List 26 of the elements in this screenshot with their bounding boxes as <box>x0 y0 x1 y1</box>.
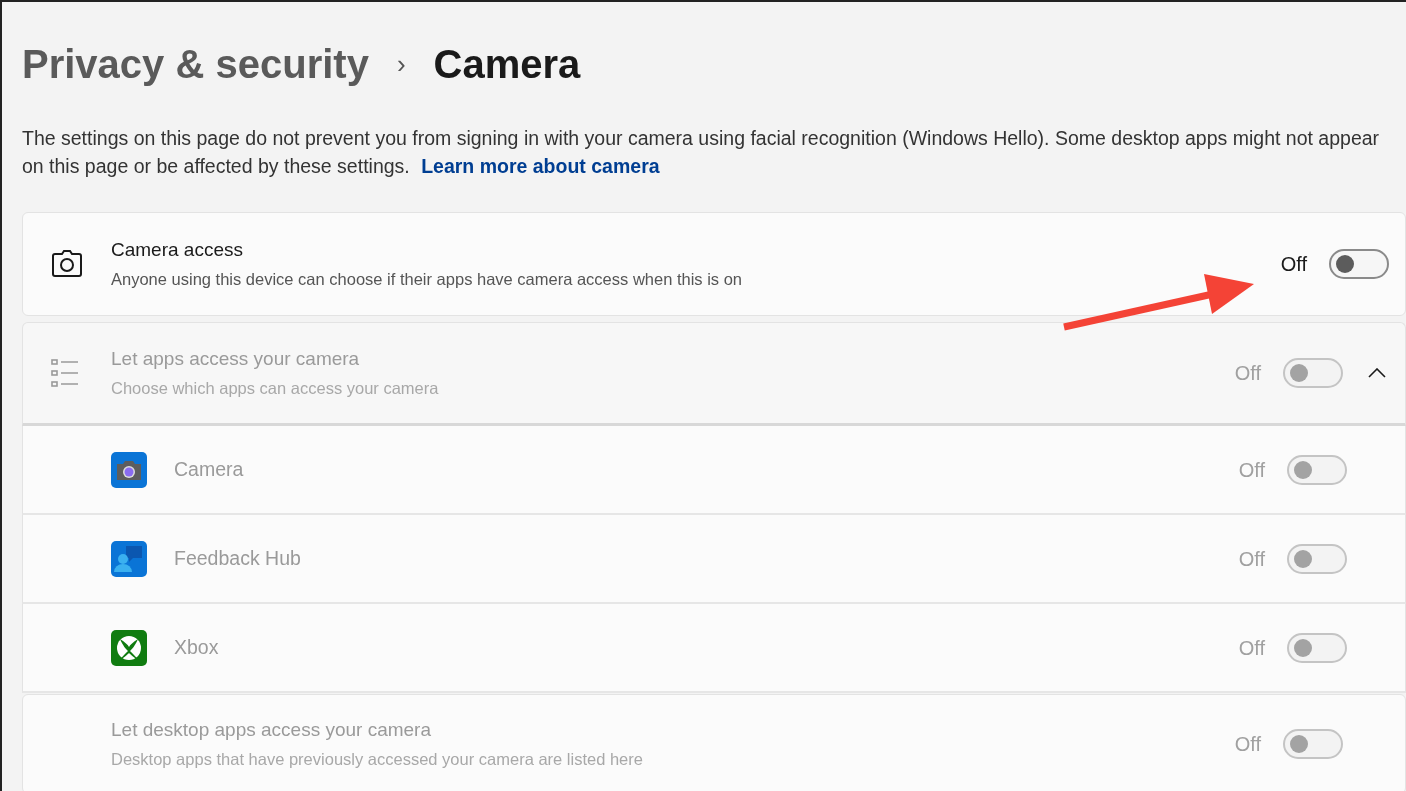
setting-title: Let desktop apps access your camera <box>111 718 432 743</box>
description-text: The settings on this page do not prevent you from signing in with your camera using facial recognition (Windows Hello). Some desktop apps might not appear on this page or be affected by these settings. Learn more about camera <box>22 126 1381 179</box>
app-name: Feedback Hub <box>174 545 302 571</box>
setting-title: Let apps access your camera <box>111 347 361 372</box>
setting-description: Desktop apps that have previously accessed your camera are listed here <box>111 748 644 770</box>
setting-description: Choose which apps can access your camera <box>111 377 440 399</box>
page-title: Camera <box>433 41 581 88</box>
breadcrumb-separator: › <box>396 47 406 81</box>
camera-icon <box>51 250 83 278</box>
breadcrumb-link[interactable]: Privacy & security <box>22 34 369 94</box>
setting-title: Camera access <box>111 238 244 263</box>
toggle-state-label: Off <box>1238 635 1265 661</box>
toggle-state-label: Off <box>1234 361 1261 386</box>
toggle-state-label: Off <box>1238 546 1265 572</box>
xbox-icon <box>111 629 147 666</box>
toggle-switch[interactable] <box>1329 249 1389 279</box>
camera-app-icon <box>111 451 147 488</box>
feedback-hub-icon <box>111 540 147 577</box>
list-icon <box>51 359 79 387</box>
toggle-state-label: Off <box>1280 252 1307 277</box>
learn-more-link[interactable]: Learn more about camera <box>421 155 660 177</box>
app-name: Camera <box>174 456 245 482</box>
toggle-state-label: Off <box>1234 732 1261 757</box>
app-name: Xbox <box>174 634 220 660</box>
setting-description: Anyone using this device can choose if their apps have camera access when this is on <box>111 268 744 290</box>
toggle-state-label: Off <box>1238 457 1265 483</box>
